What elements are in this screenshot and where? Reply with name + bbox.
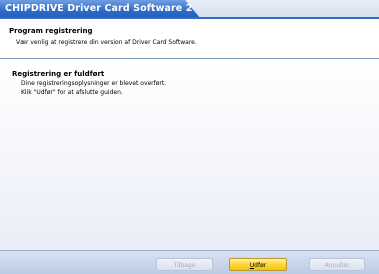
header-title: Program registrering — [9, 27, 93, 35]
cancel-button[interactable]: Annuller — [309, 258, 365, 271]
finish-button[interactable]: Udfør — [229, 258, 287, 271]
wizard-header: Program registrering Vær venlig at regis… — [0, 19, 379, 58]
section-title: Registrering er fuldført — [12, 70, 105, 78]
info-line-instruction: Klik "Udfør" for at afslutte guiden. — [21, 89, 123, 96]
window-title: CHIPDRIVE Driver Card Software 2 — [5, 3, 193, 14]
info-line-transferred: Dine registreringsoplysninger er blevet … — [21, 80, 167, 87]
wizard-content: Registrering er fuldført Dine registreri… — [0, 60, 379, 250]
header-subtitle: Vær venlig at registrere din version af … — [16, 39, 197, 46]
back-button[interactable]: Tilbage — [156, 258, 213, 271]
wizard-window: CHIPDRIVE Driver Card Software 2 Program… — [0, 0, 379, 274]
wizard-footer: Tilbage Udfør Annuller — [0, 251, 379, 274]
title-bar[interactable]: CHIPDRIVE Driver Card Software 2 — [0, 0, 379, 19]
finish-button-label: dfør — [254, 262, 267, 269]
